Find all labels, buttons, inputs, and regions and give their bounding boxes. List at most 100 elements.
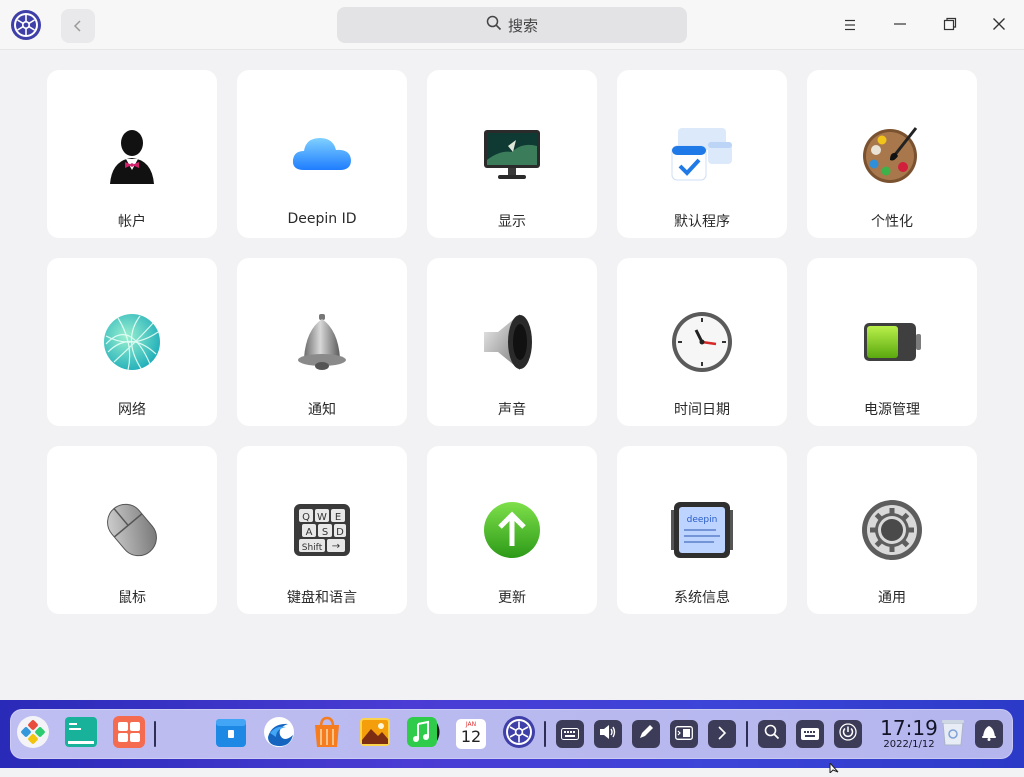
onscreen-keyboard-button[interactable] — [556, 720, 584, 748]
back-button[interactable] — [61, 9, 95, 43]
clock[interactable]: 17:19 2022/1/12 — [874, 717, 944, 751]
module-label: 通知 — [308, 402, 336, 418]
keyboard-layout-icon — [801, 725, 819, 744]
bell-icon — [290, 310, 354, 374]
module-accounts[interactable]: 帐户 — [47, 70, 217, 238]
maximize-icon — [943, 16, 957, 35]
module-personalization[interactable]: 个性化 — [807, 70, 977, 238]
palette-icon — [860, 122, 924, 186]
trash-button[interactable] — [936, 717, 970, 751]
volume-icon — [599, 724, 617, 744]
cloud-icon — [290, 122, 354, 186]
display-monitor-icon — [480, 122, 544, 186]
display-mode-icon — [675, 725, 693, 744]
keyboard-layout-button[interactable] — [796, 720, 824, 748]
calendar-icon: JAN 12 — [454, 717, 488, 751]
search-placeholder: 搜索 — [507, 16, 538, 35]
speaker-icon — [480, 310, 544, 374]
file-manager-button[interactable] — [214, 717, 248, 751]
keyboard-icon: QWE ASD Shift → — [290, 498, 354, 562]
system-info-icon: deepin — [670, 498, 734, 562]
dock-panel: JAN 12 17:19 2022/1/12 — [10, 709, 1013, 759]
module-system-info[interactable]: deepin 系统信息 — [617, 446, 787, 614]
default-apps-icon — [670, 122, 734, 186]
volume-button[interactable] — [594, 720, 622, 748]
taskbar-dock: JAN 12 17:19 2022/1/12 — [0, 700, 1024, 768]
display-mode-button[interactable] — [670, 720, 698, 748]
module-default-apps[interactable]: 默认程序 — [617, 70, 787, 238]
module-label: 显示 — [498, 214, 526, 230]
onscreen-keyboard-icon — [561, 725, 579, 744]
module-datetime[interactable]: 时间日期 — [617, 258, 787, 426]
module-label: 默认程序 — [674, 214, 730, 230]
maximize-button[interactable] — [938, 13, 962, 37]
power-button[interactable] — [834, 720, 862, 748]
power-icon — [839, 723, 857, 745]
mouse-icon — [100, 498, 164, 562]
control-center-icon — [502, 715, 536, 753]
module-label: 网络 — [118, 402, 146, 418]
search-input[interactable]: 搜索 — [337, 7, 687, 43]
launcher-icon — [16, 715, 50, 753]
module-label: 系统信息 — [674, 590, 730, 606]
module-label: 鼠标 — [118, 590, 146, 606]
svg-text:deepin: deepin — [687, 515, 718, 525]
module-power[interactable]: 电源管理 — [807, 258, 977, 426]
module-sound[interactable]: 声音 — [427, 258, 597, 426]
network-globe-icon — [100, 310, 164, 374]
dock-separator — [154, 721, 156, 747]
module-label: Deepin ID — [287, 211, 357, 227]
module-general[interactable]: 通用 — [807, 446, 977, 614]
notification-icon — [981, 723, 997, 745]
pen-button[interactable] — [632, 720, 660, 748]
trash-icon — [940, 717, 966, 751]
module-label: 电源管理 — [864, 402, 920, 418]
music-icon — [406, 715, 440, 753]
svg-text:Q: Q — [302, 512, 310, 523]
minimize-button[interactable] — [888, 13, 912, 37]
clock-date: 2022/1/12 — [883, 739, 935, 750]
module-deepin-id[interactable]: Deepin ID — [237, 70, 407, 238]
close-button[interactable] — [987, 13, 1011, 37]
module-label: 时间日期 — [674, 402, 730, 418]
dock-separator — [544, 721, 546, 747]
search-icon — [486, 15, 508, 35]
file-manager-icon — [214, 715, 248, 753]
clock-time: 17:19 — [880, 716, 938, 740]
terminal-icon — [64, 715, 98, 753]
svg-text:D: D — [336, 527, 344, 538]
module-label: 通用 — [878, 590, 906, 606]
module-mouse[interactable]: 鼠标 — [47, 446, 217, 614]
module-display[interactable]: 显示 — [427, 70, 597, 238]
global-search-button[interactable] — [758, 720, 786, 748]
image-viewer-icon — [358, 715, 392, 753]
svg-text:W: W — [317, 512, 327, 523]
app-store-icon — [310, 715, 344, 753]
menu-button[interactable] — [838, 13, 862, 37]
multitask-view-button[interactable] — [112, 716, 146, 751]
module-network[interactable]: 网络 — [47, 258, 217, 426]
update-arrow-icon — [480, 498, 544, 562]
control-center-logo-icon — [10, 9, 42, 41]
browser-button[interactable] — [262, 717, 296, 751]
terminal-button[interactable] — [64, 717, 98, 751]
battery-icon — [860, 310, 924, 374]
music-button[interactable] — [406, 717, 440, 751]
module-label: 个性化 — [871, 214, 913, 230]
module-label: 键盘和语言 — [287, 590, 357, 606]
expand-tray-button[interactable] — [708, 720, 736, 748]
close-icon — [992, 16, 1006, 35]
notification-button[interactable] — [975, 720, 1003, 748]
minimize-icon — [893, 16, 907, 35]
launcher-button[interactable] — [16, 715, 50, 753]
app-store-button[interactable] — [310, 715, 344, 753]
control-center-button[interactable] — [502, 715, 536, 753]
module-keyboard[interactable]: QWE ASD Shift → 键盘和语言 — [237, 446, 407, 614]
calendar-button[interactable]: JAN 12 — [454, 717, 488, 751]
svg-text:S: S — [322, 527, 328, 538]
search-icon — [764, 724, 780, 744]
svg-text:Shift: Shift — [302, 543, 323, 553]
image-viewer-button[interactable] — [358, 717, 392, 751]
module-update[interactable]: 更新 — [427, 446, 597, 614]
module-notification[interactable]: 通知 — [237, 258, 407, 426]
